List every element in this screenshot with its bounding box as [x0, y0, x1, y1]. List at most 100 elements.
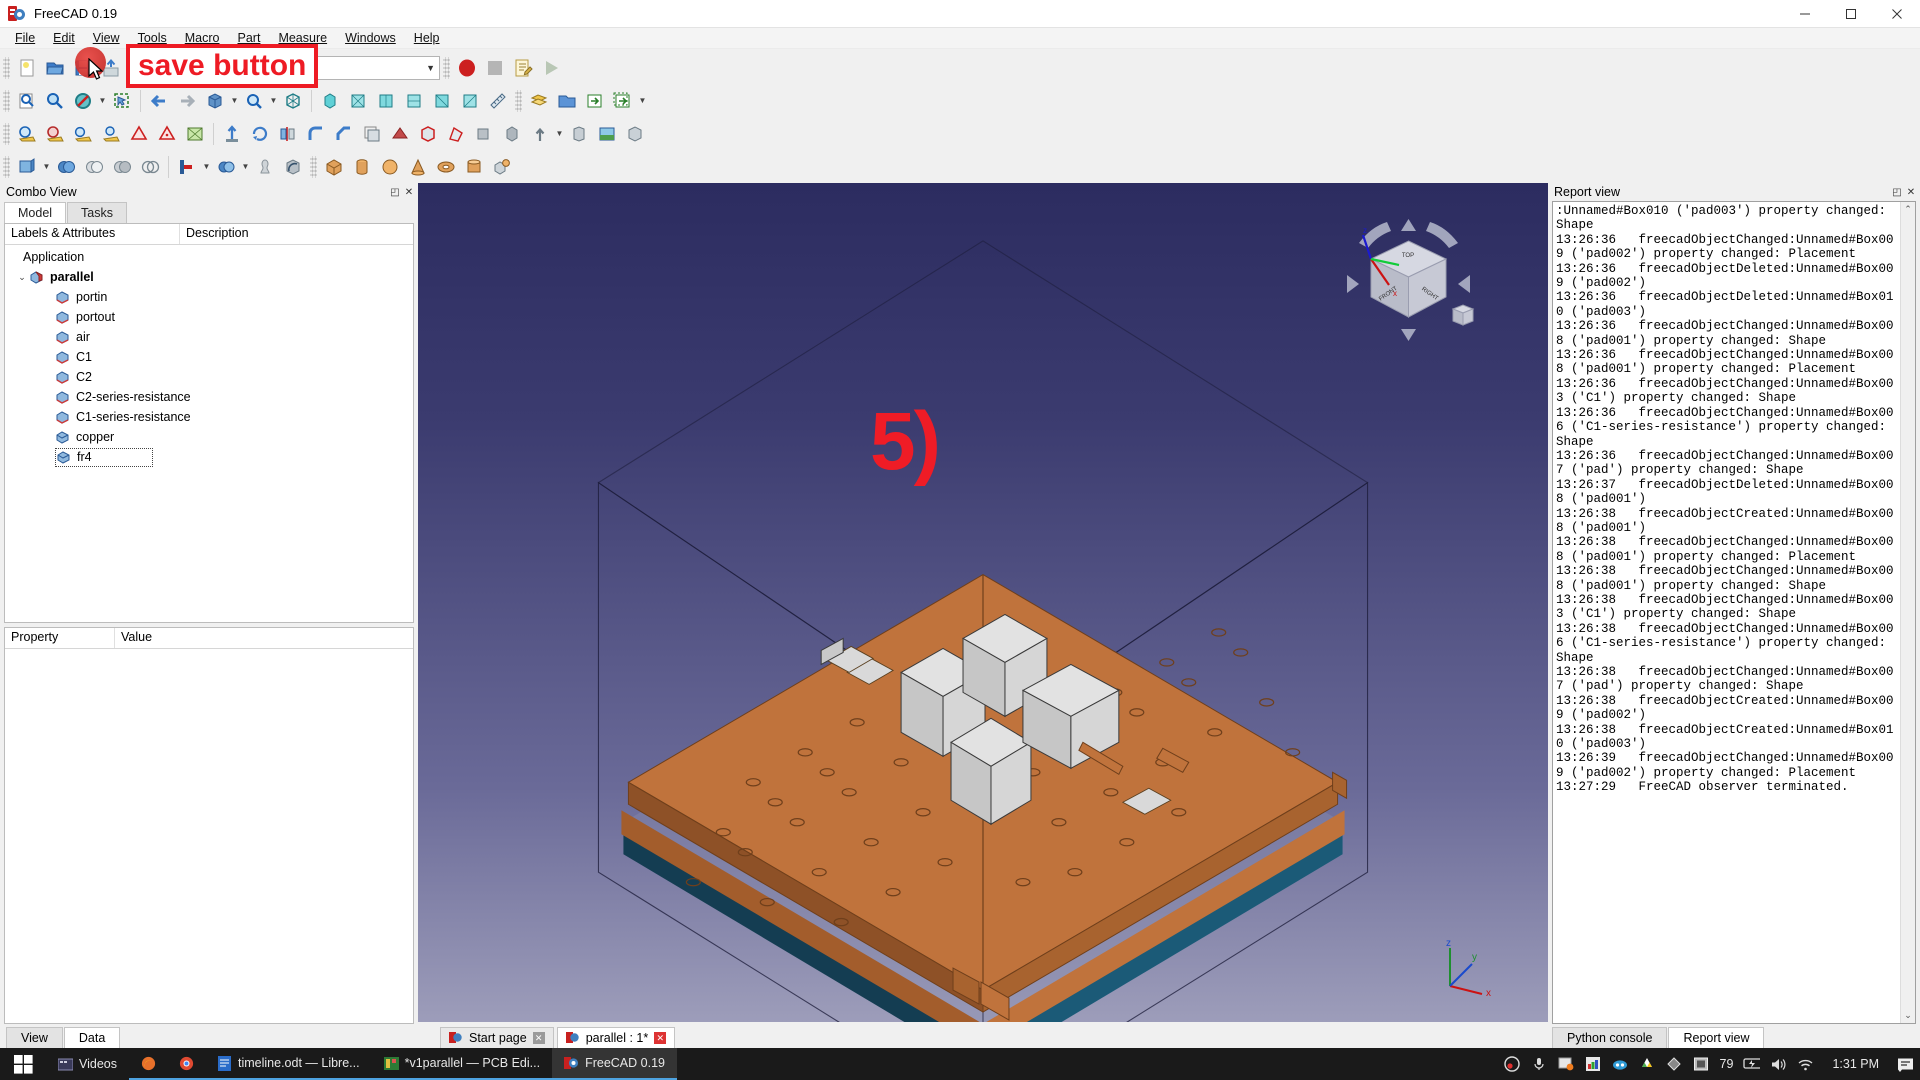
minimize-button[interactable] [1782, 0, 1828, 28]
taskbar-item-freecad[interactable]: FreeCAD 0.19 [552, 1048, 677, 1080]
tube-solid-icon[interactable] [460, 153, 488, 181]
make-link-group-icon[interactable] [609, 87, 637, 115]
obs-icon[interactable] [1504, 1056, 1521, 1073]
bottom-view-icon[interactable] [428, 87, 456, 115]
shape-from-mesh-icon[interactable] [181, 120, 209, 148]
toolbar-grip[interactable] [3, 89, 10, 112]
make-face-icon[interactable] [358, 120, 386, 148]
cone-solid-icon[interactable] [404, 153, 432, 181]
chevron-down-icon[interactable]: ⌄ [15, 272, 29, 283]
sweep-icon[interactable] [470, 120, 498, 148]
box-element-icon[interactable] [621, 120, 649, 148]
thickness-icon[interactable] [526, 120, 554, 148]
create-part-icon[interactable] [525, 87, 553, 115]
taskbar-item-kicad-pcb[interactable]: *v1parallel — PCB Edi... [371, 1048, 553, 1080]
compound-dropdown-arrow[interactable]: ▼ [240, 153, 251, 181]
boolean-icon[interactable] [13, 153, 41, 181]
import-cad-icon[interactable] [13, 120, 41, 148]
front-view-icon[interactable] [316, 87, 344, 115]
tab-tasks[interactable]: Tasks [67, 202, 127, 223]
tree-item-c2-series-resistance[interactable]: C2-series-resistance [5, 387, 413, 407]
google-drive-icon[interactable] [1639, 1056, 1656, 1073]
split-icon[interactable] [136, 153, 164, 181]
close-icon[interactable]: ✕ [402, 185, 416, 199]
windows-start-icon[interactable] [0, 1048, 46, 1080]
draw-style-icon[interactable] [69, 87, 97, 115]
fit-all-icon[interactable] [13, 87, 41, 115]
speaker-icon[interactable] [1770, 1056, 1787, 1073]
tab-view[interactable]: View [6, 1027, 63, 1048]
revolve-icon[interactable] [246, 120, 274, 148]
microphone-icon[interactable] [1531, 1056, 1548, 1073]
chamfer-icon[interactable] [330, 120, 358, 148]
check-geometry-icon[interactable] [97, 120, 125, 148]
axonometric-icon[interactable] [279, 87, 307, 115]
tree-column-description[interactable]: Description [180, 224, 413, 244]
isometric-view-icon[interactable] [201, 87, 229, 115]
attachment-icon[interactable] [565, 120, 593, 148]
rear-view-icon[interactable] [400, 87, 428, 115]
isometric-dropdown-arrow[interactable]: ▼ [229, 87, 240, 115]
link-dropdown-arrow[interactable]: ▼ [637, 87, 648, 115]
box-selection-icon[interactable] [108, 87, 136, 115]
toolbar-grip[interactable] [3, 155, 10, 178]
forward-icon[interactable] [173, 87, 201, 115]
color-picker-icon[interactable] [1585, 1056, 1602, 1073]
screenshot-icon[interactable] [1558, 1056, 1575, 1073]
toolbar-grip[interactable] [310, 155, 317, 178]
extrude-icon[interactable] [218, 120, 246, 148]
loft-icon[interactable] [442, 120, 470, 148]
defeaturing-icon[interactable] [125, 120, 153, 148]
mirror-icon[interactable] [274, 120, 302, 148]
taskbar-item-videos[interactable]: Videos [46, 1048, 129, 1080]
toolbar-grip[interactable] [3, 56, 10, 79]
boolean-dropdown-arrow[interactable]: ▼ [41, 153, 52, 181]
open-document-icon[interactable] [41, 54, 69, 82]
tree-item-portout[interactable]: portout [5, 307, 413, 327]
tree-item-parallel[interactable]: ⌄ parallel [5, 267, 413, 287]
taskbar-item-firefox[interactable] [129, 1048, 167, 1080]
close-icon[interactable]: ✕ [654, 1032, 667, 1044]
tab-python-console[interactable]: Python console [1552, 1027, 1668, 1048]
float-icon[interactable]: ◰ [388, 185, 402, 199]
tree-column-labels[interactable]: Labels & Attributes [5, 224, 180, 244]
top-view-icon[interactable] [344, 87, 372, 115]
close-icon[interactable]: ✕ [1904, 185, 1918, 199]
boolean-check-icon[interactable] [153, 120, 181, 148]
fit-selection-icon[interactable] [41, 87, 69, 115]
toolbar-grip[interactable] [515, 89, 522, 112]
notifications-icon[interactable] [1897, 1056, 1914, 1073]
menu-windows[interactable]: Windows [336, 29, 405, 47]
taskbar-item-chrome[interactable] [167, 1048, 205, 1080]
tab-report-view[interactable]: Report view [1668, 1027, 1765, 1048]
menu-view[interactable]: View [84, 29, 129, 47]
scroll-down-icon[interactable]: ⌄ [1904, 1008, 1912, 1023]
tree-item-c1[interactable]: C1 [5, 347, 413, 367]
draw-style-dropdown-arrow[interactable]: ▼ [97, 87, 108, 115]
common-icon[interactable] [108, 153, 136, 181]
shape-info-icon[interactable] [69, 120, 97, 148]
color-per-face-icon[interactable] [593, 120, 621, 148]
box-solid-icon[interactable] [320, 153, 348, 181]
compound-icon[interactable] [212, 153, 240, 181]
battery-charging-icon[interactable] [1743, 1056, 1761, 1073]
macro-record-icon[interactable] [453, 54, 481, 82]
property-column-value[interactable]: Value [115, 628, 413, 648]
tab-data[interactable]: Data [63, 1027, 121, 1048]
offset-icon[interactable] [498, 120, 526, 148]
menu-help[interactable]: Help [405, 29, 449, 47]
display-icon[interactable] [1693, 1056, 1710, 1073]
tree-item-c1-series-resistance[interactable]: C1-series-resistance [5, 407, 413, 427]
toolbar-grip[interactable] [443, 56, 450, 79]
navigation-cube[interactable]: TOP FRONT RIGHT z x [1341, 213, 1476, 353]
torus-solid-icon[interactable] [432, 153, 460, 181]
union-icon[interactable] [80, 153, 108, 181]
join-icon[interactable] [173, 153, 201, 181]
left-view-icon[interactable] [456, 87, 484, 115]
measure-icon[interactable] [484, 87, 512, 115]
sphere-solid-icon[interactable] [376, 153, 404, 181]
join-dropdown-arrow[interactable]: ▼ [201, 153, 212, 181]
taskbar-item-libreoffice-writer[interactable]: timeline.odt — Libre... [205, 1048, 372, 1080]
right-view-icon[interactable] [372, 87, 400, 115]
link-object-icon[interactable] [581, 87, 609, 115]
